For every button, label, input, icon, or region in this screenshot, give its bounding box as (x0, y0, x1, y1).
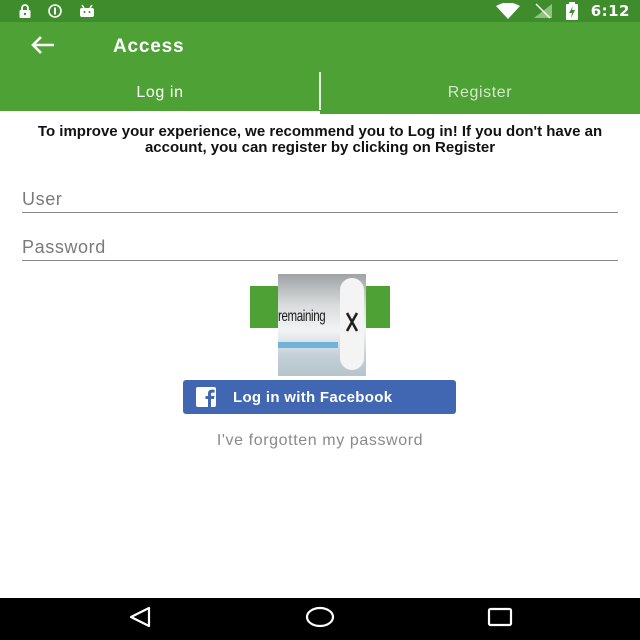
ad-container: remaining (250, 274, 390, 376)
nav-back-button[interactable] (105, 598, 175, 640)
status-time: 6:12 (590, 2, 630, 20)
password-field-container (22, 235, 618, 261)
ad-stripe (278, 342, 338, 348)
data-saver-icon (46, 4, 64, 18)
status-bar: 6:12 (0, 0, 640, 22)
nav-home-button[interactable] (285, 598, 355, 640)
back-button[interactable] (0, 22, 88, 72)
page-title: Access (113, 36, 185, 57)
intro-text: To improve your experience, we recommend… (37, 123, 603, 156)
back-triangle-icon (127, 606, 153, 633)
ad-frame-left (250, 286, 280, 328)
android-icon (78, 4, 96, 18)
close-icon (345, 311, 359, 338)
battery-charging-icon (565, 2, 579, 20)
password-input[interactable] (22, 235, 618, 260)
ad-frame-right (366, 286, 390, 328)
ad-close-button[interactable] (340, 278, 364, 370)
ad-banner[interactable]: remaining (278, 274, 366, 376)
home-circle-icon (305, 606, 335, 633)
tab-log-in[interactable]: Log in (0, 72, 320, 114)
signal-icon (533, 3, 553, 19)
app-bar: Access (0, 22, 640, 72)
forgot-password-link[interactable]: I've forgotten my password (0, 432, 640, 450)
facebook-button-label: Log in with Facebook (233, 388, 393, 406)
arrow-left-icon (30, 35, 56, 60)
facebook-icon (196, 387, 216, 407)
facebook-login-button[interactable]: Log in with Facebook (183, 380, 456, 414)
lock-icon (18, 4, 32, 18)
system-nav-bar (0, 598, 640, 640)
tab-register[interactable]: Register (320, 72, 640, 114)
user-input[interactable] (22, 187, 618, 212)
nav-recents-button[interactable] (465, 598, 535, 640)
tab-divider (319, 72, 321, 110)
wifi-icon (495, 3, 521, 19)
user-field-container (22, 187, 618, 213)
ad-text: remaining (278, 308, 326, 325)
recents-square-icon (487, 607, 513, 632)
